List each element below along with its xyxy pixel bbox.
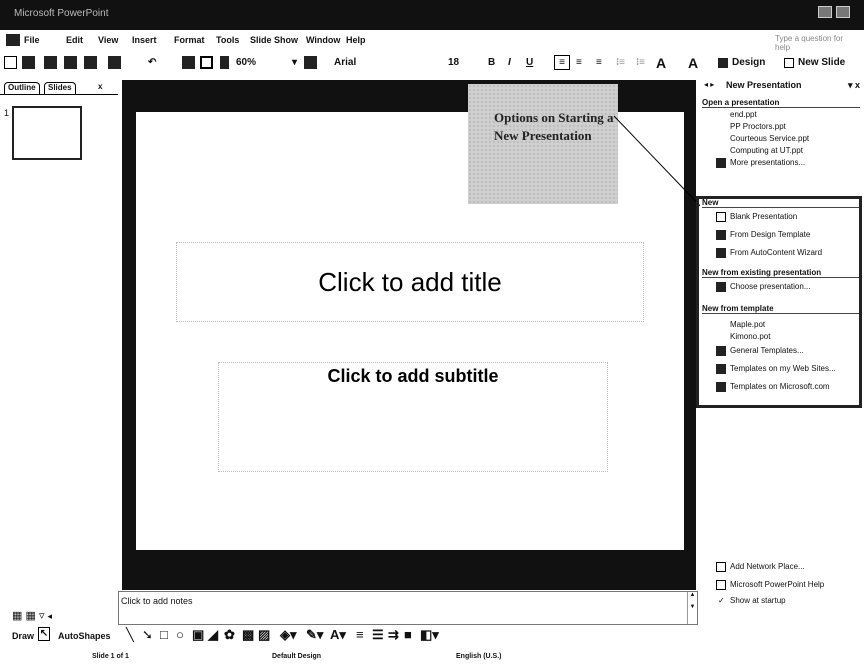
slide-count-status: Slide 1 of 1 — [92, 653, 129, 660]
text-color-icon[interactable]: A▾ — [330, 627, 346, 643]
task-pane-menu-icon[interactable]: ▾ x — [848, 80, 860, 91]
language-status: English (U.S.) — [456, 653, 502, 660]
oval-icon[interactable]: ○ — [176, 627, 184, 642]
align-center-icon[interactable]: ≡ — [576, 55, 582, 70]
wordart-icon[interactable]: ◢ — [208, 627, 218, 643]
close-pane-icon[interactable]: x — [98, 82, 102, 91]
show-at-startup-checkbox[interactable]: Show at startup — [730, 596, 786, 605]
dash-style-icon[interactable]: ☰ — [372, 627, 384, 643]
font-box[interactable]: Arial — [334, 55, 356, 70]
line-color-icon[interactable]: ✎▾ — [306, 627, 323, 643]
design-status: Default Design — [272, 653, 322, 660]
app-icon[interactable] — [6, 34, 20, 46]
draw-menu[interactable]: Draw — [12, 631, 34, 641]
help-icon[interactable] — [304, 55, 317, 70]
new-icon[interactable] — [4, 55, 17, 70]
title-bar: Microsoft PowerPoint — [0, 0, 864, 30]
line-icon[interactable]: ╲ — [126, 627, 134, 643]
align-right-icon[interactable]: ≡ — [596, 55, 602, 70]
new-slide-button[interactable]: New Slide — [798, 55, 845, 70]
zoom-box[interactable]: 60% — [236, 55, 256, 70]
callout-box: Options on Starting a New Presentation — [468, 84, 618, 204]
back-arrow-icon[interactable]: ◂ ▸ — [704, 80, 714, 89]
select-arrow-icon[interactable]: ↖ — [38, 627, 50, 641]
arrow-style-icon[interactable]: ⇉ — [388, 627, 399, 643]
subtitle-placeholder[interactable]: Click to add subtitle — [218, 362, 608, 452]
recent-file-link[interactable]: PP Proctors.ppt — [730, 122, 786, 131]
arrow-icon[interactable]: ➘ — [142, 627, 153, 643]
status-bar: Slide 1 of 1 Default Design English (U.S… — [0, 652, 700, 664]
window-title: Microsoft PowerPoint — [14, 8, 109, 19]
chart-icon[interactable] — [182, 55, 195, 70]
network-place-icon — [716, 562, 726, 572]
paste-icon[interactable] — [108, 55, 121, 70]
minimize-button[interactable] — [818, 6, 832, 18]
tab-slides[interactable]: Slides — [44, 82, 76, 94]
dropdown-icon[interactable]: ▾ — [292, 55, 297, 70]
shadow-icon[interactable]: ■ — [404, 627, 412, 642]
picture-icon[interactable]: ▨ — [258, 627, 270, 643]
menu-edit[interactable]: Edit — [66, 35, 83, 45]
menu-window[interactable]: Window — [306, 35, 340, 45]
open-icon[interactable] — [22, 55, 35, 70]
numbering-icon[interactable]: ⁝≡ — [616, 55, 625, 70]
recent-file-link[interactable]: end.ppt — [730, 110, 757, 119]
autoshapes-menu[interactable]: AutoShapes — [58, 631, 111, 641]
slides-pane: Outline Slides x 1 — [0, 80, 118, 600]
menu-insert[interactable]: Insert — [132, 35, 157, 45]
textbox-icon[interactable]: ▣ — [192, 627, 204, 643]
clipart-icon[interactable]: ▩ — [242, 627, 254, 643]
slide-thumbnail[interactable] — [12, 106, 82, 160]
design-button[interactable]: Design — [732, 55, 765, 70]
rectangle-icon[interactable]: □ — [160, 627, 168, 642]
font-color-icon[interactable]: A — [688, 55, 698, 71]
help-icon — [716, 580, 726, 590]
undo-icon[interactable]: ↶ — [148, 55, 156, 70]
tab-outline[interactable]: Outline — [4, 82, 40, 94]
menu-bar: File Edit View Insert Format Tools Slide… — [0, 30, 864, 52]
menu-file[interactable]: File — [24, 35, 40, 45]
print-icon[interactable] — [44, 55, 57, 70]
table-icon[interactable] — [200, 55, 213, 70]
powerpoint-help-link[interactable]: Microsoft PowerPoint Help — [730, 580, 824, 589]
new-slide-icon[interactable] — [784, 55, 794, 70]
help-search-input[interactable]: Type a question for help — [775, 34, 857, 52]
task-pane-title: New Presentation — [726, 80, 802, 90]
title-placeholder[interactable]: Click to add title — [176, 242, 644, 322]
spelling-icon[interactable] — [64, 55, 77, 70]
maximize-button[interactable] — [836, 6, 850, 18]
underline-button[interactable]: U — [526, 55, 533, 70]
menu-tools[interactable]: Tools — [216, 35, 239, 45]
checkbox-icon[interactable]: ✓ — [718, 596, 725, 605]
menu-help[interactable]: Help — [346, 35, 366, 45]
font-grow-icon[interactable]: A — [656, 55, 666, 71]
menu-view[interactable]: View — [98, 35, 118, 45]
recent-file-link[interactable]: Computing at UT.ppt — [730, 146, 803, 155]
tab-divider — [0, 94, 118, 95]
toolbar: ↶ 60% ▾ Arial 18 B I U ≡ ≡ ≡ ⁝≡ ⁝≡ A A D… — [0, 52, 864, 74]
3d-icon[interactable]: ◧▾ — [420, 627, 439, 643]
design-icon[interactable] — [718, 55, 728, 70]
grid-icon[interactable] — [220, 55, 229, 70]
font-size-box[interactable]: 18 — [448, 55, 459, 70]
recent-file-link[interactable]: Courteous Service.ppt — [730, 134, 809, 143]
more-presentations-link[interactable]: More presentations... — [730, 158, 805, 167]
menu-format[interactable]: Format — [174, 35, 205, 45]
align-left-icon[interactable]: ≡ — [554, 55, 570, 70]
line-style-icon[interactable]: ≡ — [356, 627, 364, 642]
add-network-place-link[interactable]: Add Network Place... — [730, 562, 805, 571]
folder-icon — [716, 158, 726, 168]
slide-number: 1 — [4, 108, 10, 118]
menu-slide-show[interactable]: Slide Show — [250, 35, 298, 45]
italic-button[interactable]: I — [508, 55, 511, 70]
diagram-icon[interactable]: ✿ — [224, 627, 235, 643]
open-section-heading: Open a presentation — [702, 98, 860, 108]
bold-button[interactable]: B — [488, 55, 495, 70]
new-section-highlight — [696, 196, 862, 408]
cut-icon[interactable] — [84, 55, 97, 70]
fill-color-icon[interactable]: ◈▾ — [280, 627, 297, 643]
bullets-icon[interactable]: ⁝≡ — [636, 55, 645, 70]
